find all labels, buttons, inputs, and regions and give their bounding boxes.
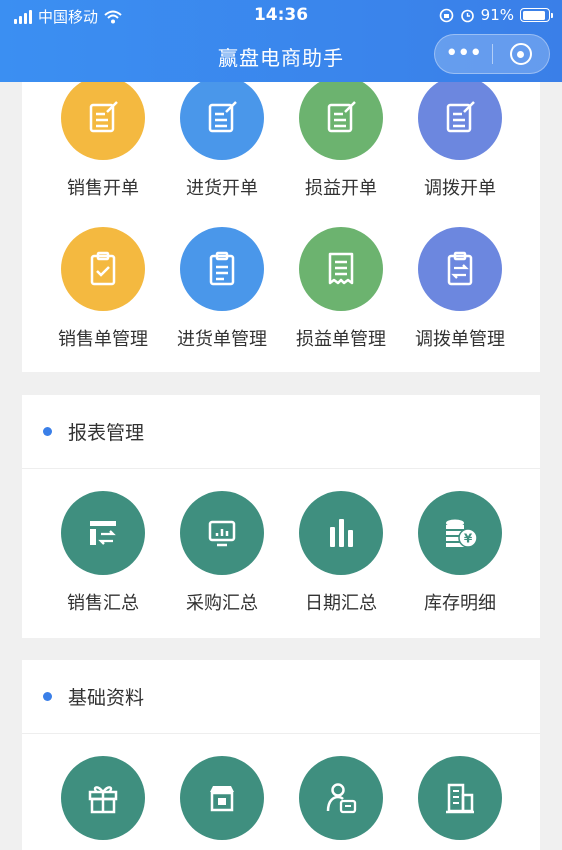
- orientation-lock-icon: [439, 8, 453, 22]
- monitor-chart-icon: [180, 491, 264, 575]
- section-bullet: [43, 427, 52, 436]
- grid-item-label: 销售开单: [67, 178, 139, 199]
- clipboard-transfer-icon: [418, 227, 502, 311]
- alarm-icon: [460, 9, 474, 22]
- svg-text:¥: ¥: [464, 532, 473, 546]
- grid-item-label: 进货单管理: [177, 329, 267, 350]
- grid-item-stores[interactable]: [157, 756, 287, 840]
- grid-item-customers[interactable]: [276, 756, 406, 840]
- app-header: 中国移动 14:36 91% 赢盘电商助手 •••: [0, 0, 562, 82]
- grid-item-label: 调拨开单: [424, 178, 496, 199]
- gift-icon: [61, 756, 145, 840]
- grid-item-label: 库存明细: [424, 593, 496, 614]
- bar-chart-icon: [299, 491, 383, 575]
- table-sync-icon: [61, 491, 145, 575]
- grid-item-label: 调拨单管理: [415, 329, 505, 350]
- edit-note-icon: [180, 76, 264, 160]
- grid-item-label: 损益开单: [305, 178, 377, 199]
- grid-item-inventory-detail[interactable]: ¥ 库存明细: [395, 491, 525, 615]
- grid-item-purchase-summary[interactable]: 采购汇总: [157, 491, 287, 615]
- grid-item-label: 损益单管理: [296, 329, 386, 350]
- close-mini-program-icon[interactable]: [492, 43, 549, 65]
- grid-item-profit-loss-management[interactable]: 损益单管理: [276, 227, 406, 351]
- more-menu-icon[interactable]: •••: [435, 43, 492, 65]
- grid-item-sales-order[interactable]: 销售开单: [38, 76, 168, 200]
- edit-note-icon: [418, 76, 502, 160]
- edit-note-icon: [299, 76, 383, 160]
- clipboard-icon: [180, 227, 264, 311]
- grid-item-transfer-order[interactable]: 调拨开单: [395, 76, 525, 200]
- grid-item-label: 销售单管理: [58, 329, 148, 350]
- grid-item-products[interactable]: [38, 756, 168, 840]
- grid-item-purchase-management[interactable]: 进货单管理: [157, 227, 287, 351]
- grid-item-label: 进货开单: [186, 178, 258, 199]
- section-title: 基础资料: [68, 687, 145, 709]
- receipt-icon: [299, 227, 383, 311]
- grid-item-suppliers[interactable]: [395, 756, 525, 840]
- building-icon: [418, 756, 502, 840]
- grid-item-purchase-order[interactable]: 进货开单: [157, 76, 287, 200]
- grid-item-date-summary[interactable]: 日期汇总: [276, 491, 406, 615]
- section-header: 基础资料: [22, 660, 540, 734]
- reports-card: 报表管理 销售汇总 采购汇总 日期汇总 ¥ 库存明细: [22, 395, 540, 638]
- section-header: 报表管理: [22, 395, 540, 469]
- grid-item-label: 销售汇总: [67, 593, 139, 614]
- basics-card: 基础资料: [22, 660, 540, 850]
- clipboard-icon: [61, 227, 145, 311]
- edit-note-icon: [61, 76, 145, 160]
- orders-card: 销售开单 进货开单 损益开单 调拨开单 销售单管理 进货单管理 损益单管理 调拨…: [22, 60, 540, 372]
- mini-program-capsule: •••: [434, 34, 550, 74]
- grid-item-profit-loss-order[interactable]: 损益开单: [276, 76, 406, 200]
- grid-item-label: 采购汇总: [186, 593, 258, 614]
- section-title: 报表管理: [68, 422, 145, 444]
- status-bar: 中国移动 14:36 91%: [0, 0, 562, 30]
- grid-item-transfer-management[interactable]: 调拨单管理: [395, 227, 525, 351]
- grid-item-label: 日期汇总: [305, 593, 377, 614]
- grid-item-sales-management[interactable]: 销售单管理: [38, 227, 168, 351]
- coins-yen-icon: ¥: [418, 491, 502, 575]
- grid-item-sales-summary[interactable]: 销售汇总: [38, 491, 168, 615]
- battery-percent: 91%: [480, 6, 514, 24]
- store-icon: [180, 756, 264, 840]
- battery-icon: [520, 8, 553, 22]
- user-card-icon: [299, 756, 383, 840]
- section-bullet: [43, 692, 52, 701]
